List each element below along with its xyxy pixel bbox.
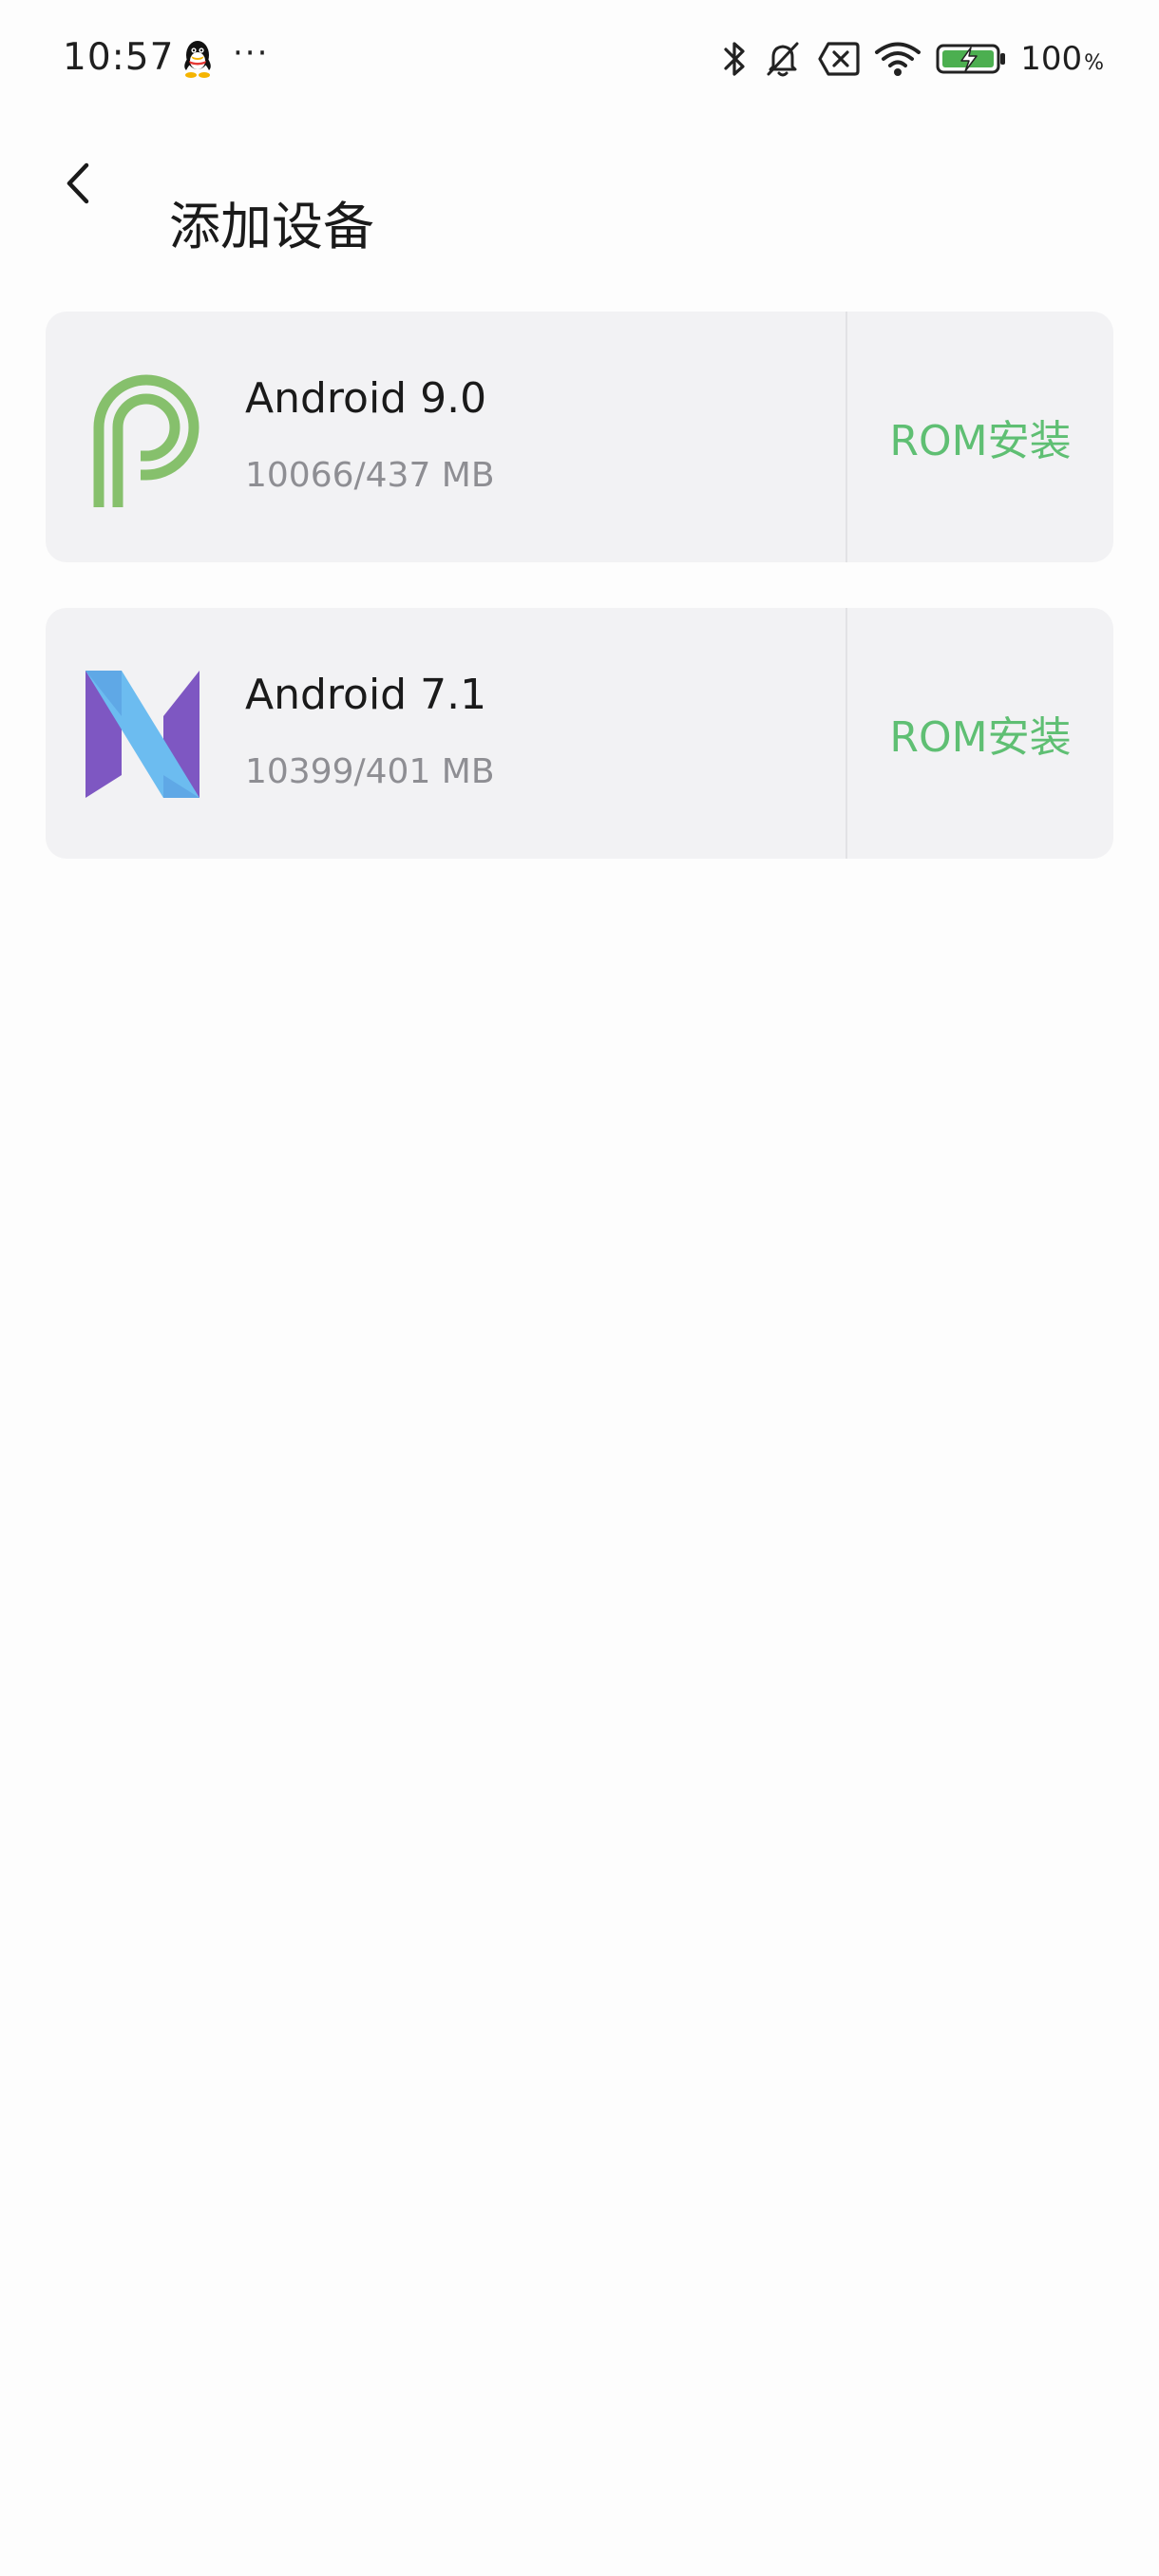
sim-off-icon (817, 40, 861, 78)
android-p-logo-icon (86, 370, 209, 507)
qq-icon (179, 38, 217, 80)
status-time: 10:57 (63, 36, 175, 79)
device-name: Android 7.1 (245, 671, 487, 719)
app-header: 添加设备 (0, 133, 1159, 256)
mute-icon (762, 38, 804, 80)
bluetooth-icon (720, 38, 749, 80)
rom-install-button[interactable]: ROM安装 (847, 312, 1113, 562)
battery-charging-icon (935, 40, 1007, 78)
device-card-android-9[interactable]: Android 9.0 10066/437 MB ROM安装 (46, 312, 1113, 562)
battery-percentage: 100% (1020, 40, 1104, 78)
android-n-logo-icon (86, 671, 209, 807)
battery-percent-unit: % (1084, 51, 1104, 75)
status-bar: 10:57 ··· 100 % (0, 0, 1159, 118)
device-card-android-7[interactable]: Android 7.1 10399/401 MB ROM安装 (46, 608, 1113, 859)
more-notifications-icon: ··· (233, 34, 270, 72)
battery-percent-value: 100 (1020, 40, 1083, 78)
back-button[interactable] (46, 152, 112, 218)
back-arrow-icon (60, 160, 98, 211)
rom-install-button[interactable]: ROM安装 (847, 608, 1113, 859)
status-icons: 100% (720, 34, 1104, 84)
device-size: 10399/401 MB (245, 752, 495, 791)
wifi-icon (874, 40, 922, 78)
device-size: 10066/437 MB (245, 456, 495, 495)
device-name: Android 9.0 (245, 374, 487, 423)
page-title: 添加设备 (169, 197, 374, 257)
